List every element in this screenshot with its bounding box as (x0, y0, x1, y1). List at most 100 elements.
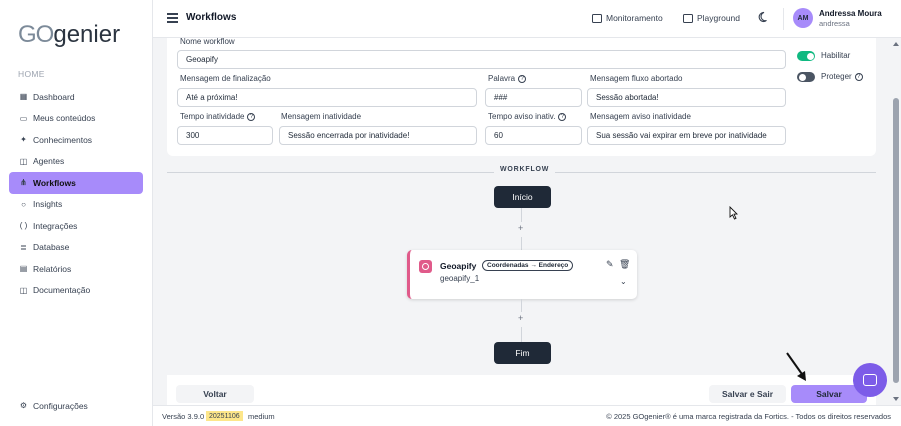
sidebar-nav: ▦ Dashboard ▭ Meus conteúdos ✦ Conhecime… (9, 86, 143, 301)
enable-toggle[interactable] (797, 51, 815, 61)
warn-msg-label: Mensagem aviso inatividade (590, 112, 691, 121)
scroll-up-icon[interactable] (893, 42, 899, 46)
node-name: Geoapify (440, 261, 477, 271)
trash-icon[interactable]: 🗑 (619, 259, 630, 270)
enable-label: Habilitar (821, 51, 851, 60)
version-text: Versão 3.9.0 (162, 412, 205, 421)
word-field[interactable]: ### (485, 88, 582, 107)
sidebar-item-label: Database (33, 242, 70, 253)
warn-time-label-group: Tempo aviso inativ. ? (488, 112, 567, 121)
sidebar-item-relatorios[interactable]: ▤ Relatórios (9, 258, 143, 280)
logo[interactable]: GO genier (18, 20, 120, 50)
monitoramento-link[interactable]: Monitoramento (592, 13, 663, 23)
help-icon[interactable]: ? (854, 72, 863, 81)
gear-icon: ⚙ (19, 401, 28, 411)
user-name: Andressa Moura (819, 9, 882, 18)
end-node[interactable]: Fim (494, 342, 551, 364)
sidebar-item-label: Conhecimentos (33, 134, 93, 145)
sidebar: GO genier HOME ▦ Dashboard ▭ Meus conteú… (0, 0, 153, 426)
chevron-down-icon[interactable]: ⌄ (620, 277, 627, 286)
protect-label: Proteger (821, 72, 852, 81)
idle-msg-field[interactable]: Sessão encerrada por inatividade! (279, 126, 477, 145)
sidebar-item-label: Agentes (33, 156, 65, 167)
sidebar-item-label: Documentação (33, 285, 91, 296)
scrollbar[interactable] (891, 38, 901, 405)
moon-icon[interactable] (758, 11, 770, 23)
final-msg-label: Mensagem de finalização (180, 74, 271, 83)
sidebar-item-meus-conteudos[interactable]: ▭ Meus conteúdos (9, 108, 143, 130)
sidebar-item-agentes[interactable]: ◫ Agentes (9, 151, 143, 173)
playground-label: Playground (697, 13, 741, 23)
sidebar-item-dashboard[interactable]: ▦ Dashboard (9, 86, 143, 108)
name-label: Nome workflow (180, 37, 235, 46)
final-msg-field[interactable]: Até a próxima! (177, 88, 477, 107)
pencil-icon[interactable]: ✎ (606, 259, 614, 270)
logo-go: GO (18, 21, 54, 48)
add-step-icon[interactable]: + (518, 223, 523, 233)
chat-icon (863, 374, 877, 386)
sidebar-item-configuracoes[interactable]: ⚙ Configurações (9, 395, 143, 417)
back-button[interactable]: Voltar (176, 385, 254, 403)
word-label: Palavra (488, 74, 516, 83)
user-login: andressa (819, 19, 850, 28)
sidebar-item-integracoes[interactable]: ( ) Integrações (9, 215, 143, 237)
help-icon[interactable]: ? (558, 112, 567, 121)
sidebar-item-insights[interactable]: ○ Insights (9, 194, 143, 216)
add-step-icon[interactable]: + (518, 313, 523, 323)
nav-section-label: HOME (18, 69, 45, 79)
menu-icon[interactable] (167, 13, 178, 23)
grid-icon: ▦ (19, 92, 28, 102)
build-badge: 20251106 (206, 411, 243, 421)
workflow-icon: ⋔ (20, 178, 27, 188)
idle-time-label-group: Tempo inatividade ? (180, 112, 256, 121)
logo-genier: genier (53, 21, 121, 48)
scroll-down-icon[interactable] (893, 397, 899, 401)
monitoramento-label: Monitoramento (606, 13, 663, 23)
idle-time-label: Tempo inatividade (180, 112, 245, 121)
abort-msg-field[interactable]: Sessão abortada! (587, 88, 786, 107)
workflow-section-title: WORKFLOW (494, 166, 556, 173)
arrow-annotation-icon (786, 352, 806, 381)
playground-icon (683, 13, 693, 23)
connector (521, 208, 522, 222)
braces-icon: ( ) (19, 221, 28, 231)
warn-msg-field[interactable]: Sua sessão vai expirar em breve por inat… (587, 126, 786, 145)
connector (521, 237, 522, 250)
scroll-thumb[interactable] (893, 98, 899, 383)
copyright-text: © 2025 GOgenier® é uma marca registrada … (606, 412, 891, 421)
protect-label-group: Proteger ? (821, 72, 863, 81)
chat-button[interactable] (853, 363, 887, 397)
sidebar-item-conhecimentos[interactable]: ✦ Conhecimentos (9, 129, 143, 151)
sidebar-item-label: Meus conteúdos (33, 113, 96, 124)
idle-time-field[interactable]: 300 (177, 126, 273, 145)
playground-link[interactable]: Playground (683, 13, 740, 23)
help-icon[interactable]: ? (247, 112, 256, 121)
word-label-group: Palavra ? (488, 74, 527, 83)
start-node[interactable]: Início (494, 186, 551, 208)
help-icon[interactable]: ? (518, 74, 527, 83)
abort-msg-label: Mensagem fluxo abortado (590, 74, 683, 83)
sidebar-item-label: Workflows (33, 177, 76, 188)
warn-time-field[interactable]: 60 (485, 126, 582, 145)
sidebar-item-workflows[interactable]: ⋔ Workflows (9, 172, 143, 194)
sidebar-item-label: Insights (33, 199, 63, 210)
sidebar-item-database[interactable]: ≣ Database (9, 237, 143, 259)
workflow-name-field[interactable]: Geoapify (177, 50, 786, 69)
book-icon: ◫ (19, 285, 28, 295)
tier-text: medium (248, 412, 275, 421)
topbar: Workflows Monitoramento Playground AM An… (153, 0, 901, 38)
topbar-divider (783, 8, 784, 30)
footer: Versão 3.9.0 20251106 medium © 2025 GOge… (153, 405, 901, 426)
avatar[interactable]: AM (793, 8, 813, 28)
geoapify-node[interactable]: Geoapify Coordenadas → Endereço geoapify… (407, 250, 637, 299)
node-id: geoapify_1 (440, 274, 480, 283)
sidebar-item-label: Integrações (33, 220, 78, 231)
save-and-exit-button[interactable]: Salvar e Sair (709, 385, 786, 403)
warn-time-label: Tempo aviso inativ. (488, 112, 556, 121)
protect-toggle[interactable] (797, 72, 815, 82)
mouse-cursor-icon (729, 206, 738, 220)
folder-icon: ▭ (19, 113, 28, 123)
node-badge: Coordenadas → Endereço (482, 260, 574, 271)
lightbulb-icon: ○ (21, 199, 26, 209)
sidebar-item-documentacao[interactable]: ◫ Documentação (9, 280, 143, 302)
